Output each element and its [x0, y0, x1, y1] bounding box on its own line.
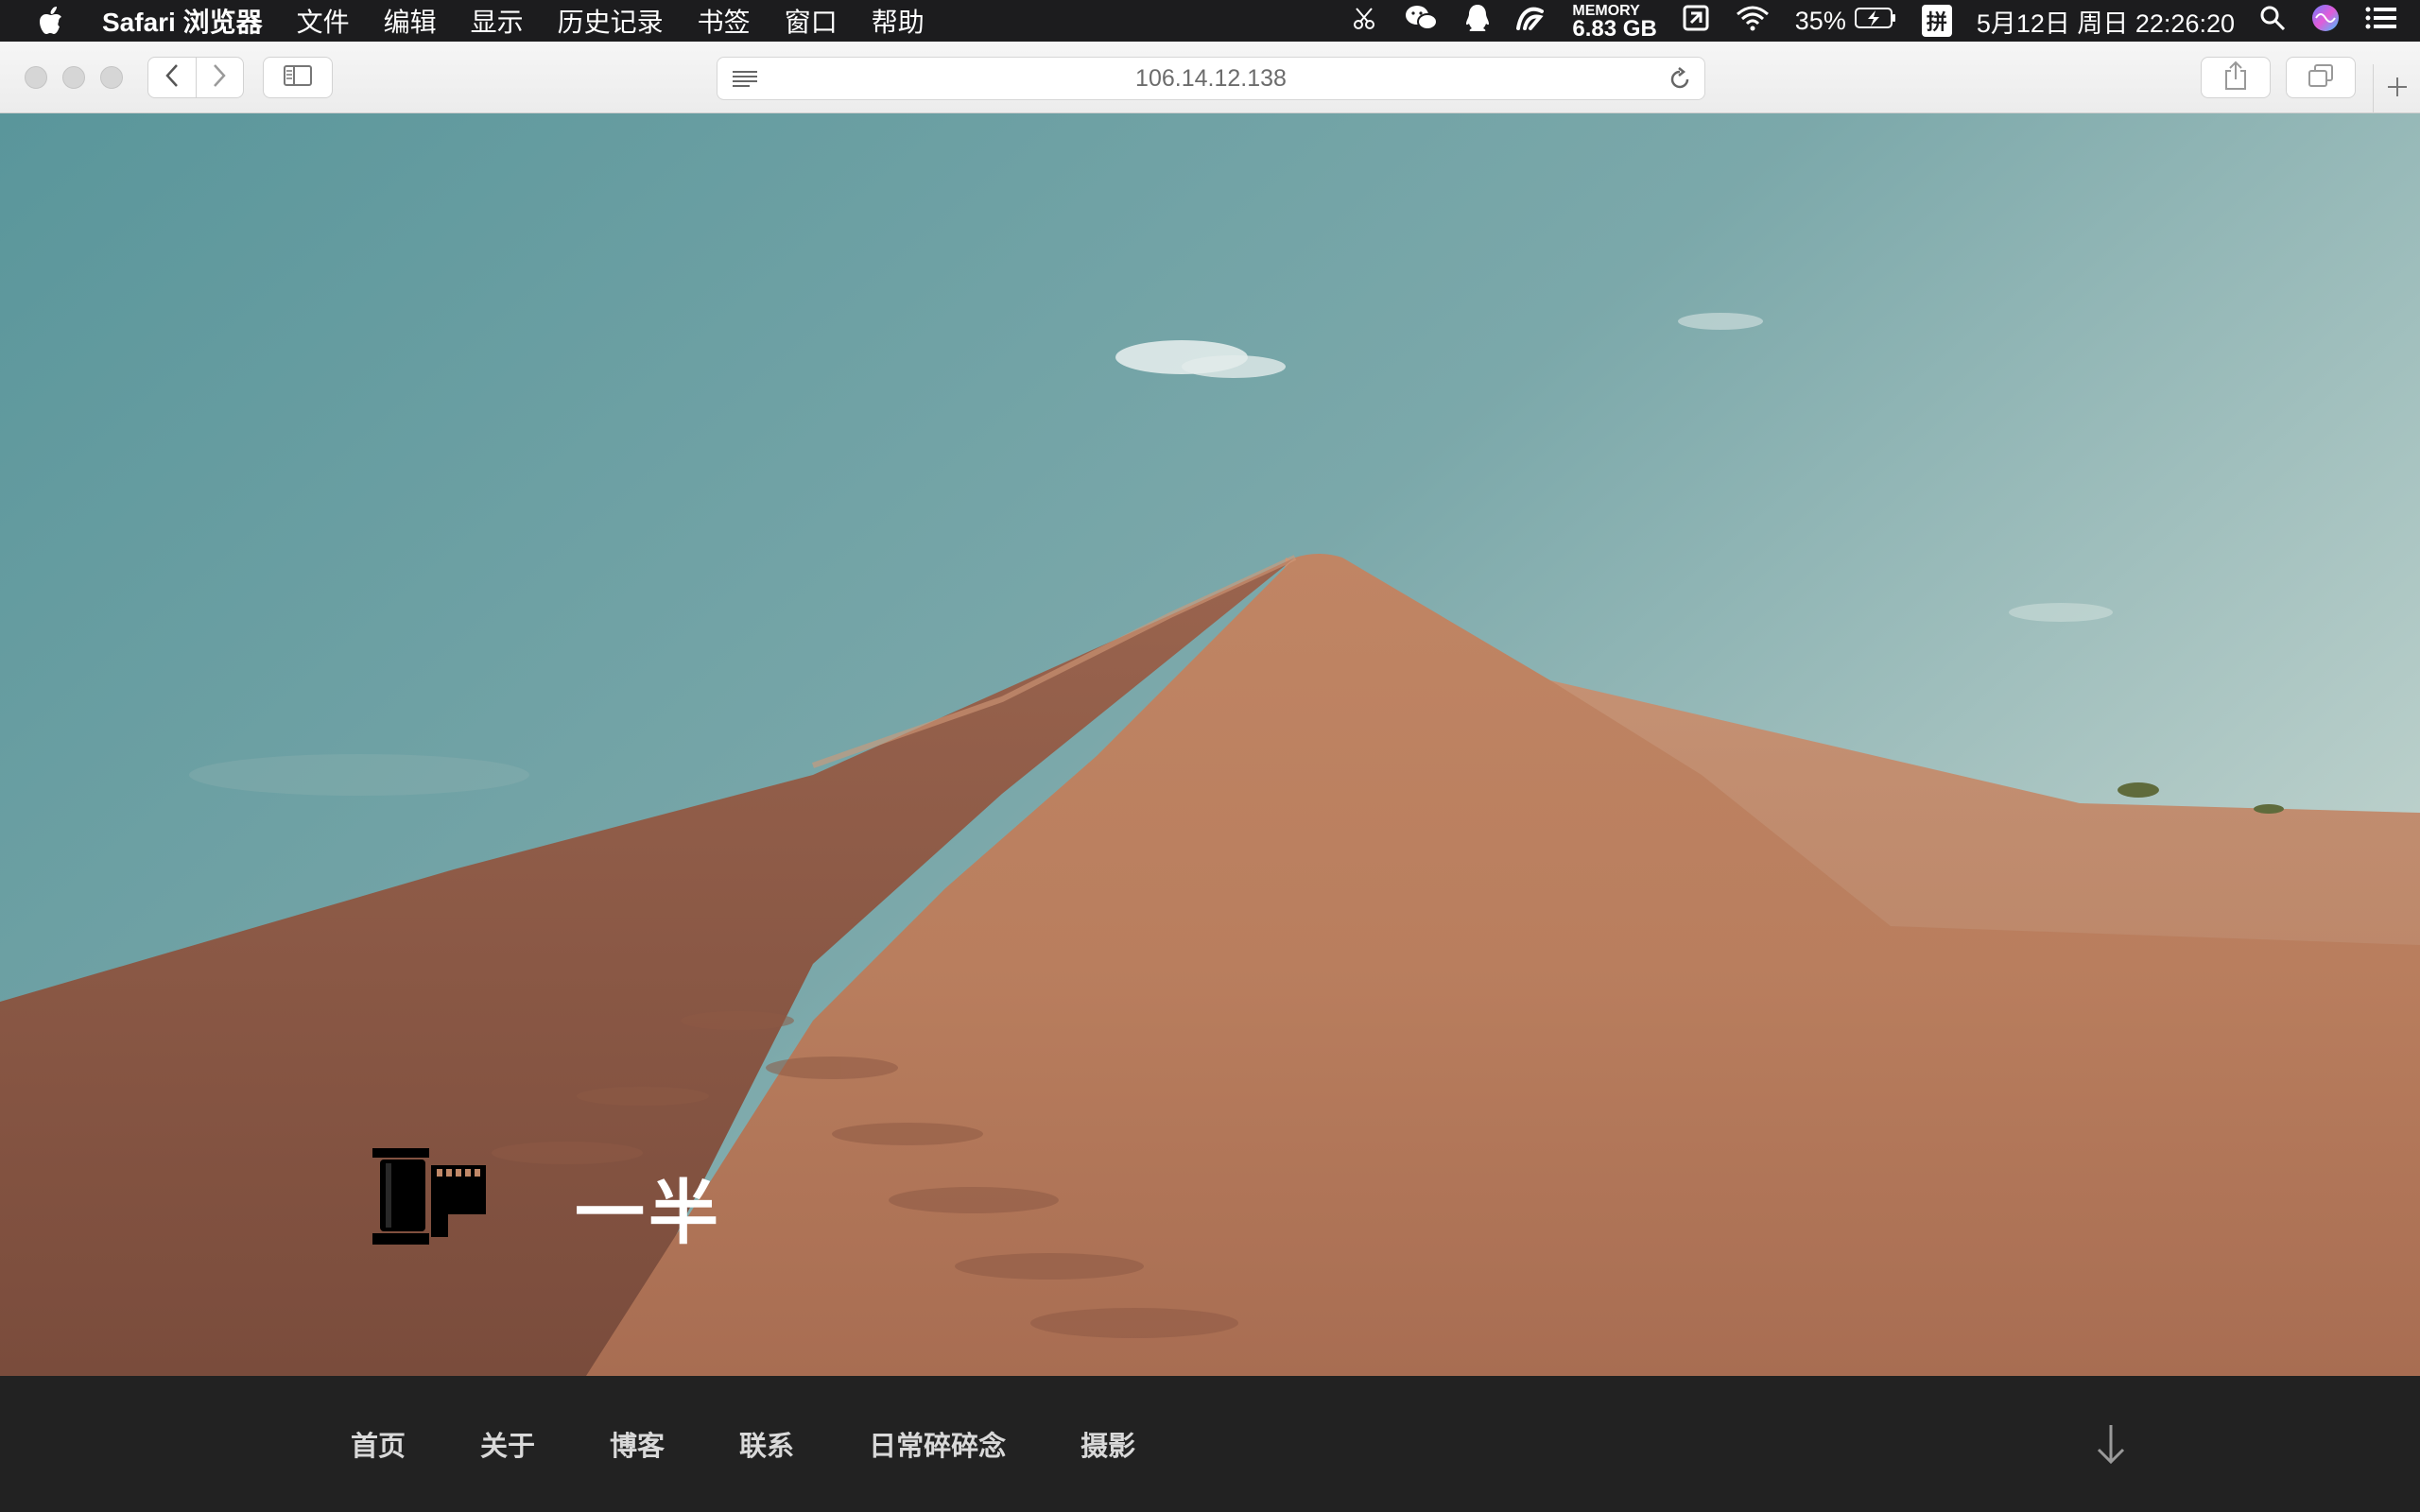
input-method-icon[interactable]: 拼	[1921, 5, 1952, 37]
menu-edit[interactable]: 编辑	[367, 2, 454, 40]
nav-item-contact[interactable]: 联系	[739, 1424, 794, 1464]
forward-button[interactable]	[195, 58, 243, 97]
status-area: MEMORY 6.83 GB 35% 拼 5月12日 周日 22:26:20	[1351, 3, 2420, 42]
url-text: 106.14.12.138	[1135, 64, 1287, 92]
browser-toolbar: 106.14.12.138	[0, 42, 2420, 113]
tabs-icon	[2308, 63, 2334, 93]
back-button[interactable]	[148, 58, 196, 97]
tabs-overview-button[interactable]	[2286, 57, 2356, 98]
spotlight-icon[interactable]	[2259, 5, 2286, 38]
sidebar-button[interactable]	[263, 57, 333, 98]
nav-item-photography[interactable]: 摄影	[1080, 1424, 1135, 1464]
menu-clock[interactable]: 5月12日 周日 22:26:20	[1977, 3, 2235, 40]
qq-icon[interactable]	[1464, 3, 1491, 40]
site-logo[interactable]	[371, 1146, 488, 1251]
apple-icon[interactable]	[0, 6, 102, 36]
nav-item-home[interactable]: 首页	[351, 1424, 406, 1464]
menu-window[interactable]: 窗口	[768, 2, 855, 40]
scissors-icon[interactable]	[1351, 6, 1379, 37]
back-icon	[164, 63, 180, 93]
film-roll-icon	[371, 1146, 488, 1251]
activity-icon[interactable]	[1515, 4, 1547, 39]
reload-icon[interactable]	[1667, 66, 1693, 97]
zoom-window-button[interactable]	[100, 66, 123, 89]
menu-app-name[interactable]: Safari 浏览器	[102, 2, 280, 40]
share-icon	[2223, 60, 2248, 95]
battery-percent: 35%	[1794, 6, 1846, 35]
navigation-buttons	[147, 57, 244, 98]
arrow-down-icon[interactable]	[2095, 1423, 2127, 1469]
menu-history[interactable]: 历史记录	[541, 2, 681, 40]
wifi-icon[interactable]	[1735, 5, 1771, 38]
memory-icon[interactable]: MEMORY 6.83 GB	[1572, 3, 1657, 42]
memory-value: 6.83 GB	[1572, 16, 1657, 42]
share-screen-icon[interactable]	[1682, 4, 1710, 39]
wechat-icon[interactable]	[1404, 3, 1440, 40]
notification-center-icon[interactable]	[2365, 6, 2397, 37]
sidebar-icon	[283, 64, 313, 92]
nav-item-about[interactable]: 关于	[480, 1424, 535, 1464]
new-tab-button[interactable]	[2373, 64, 2420, 113]
forward-icon	[212, 63, 227, 93]
reader-icon[interactable]	[731, 69, 759, 94]
battery-charging-icon[interactable]	[1854, 6, 1897, 37]
menu-bar: Safari 浏览器 文件 编辑 显示 历史记录 书签 窗口 帮助 MEMORY…	[0, 0, 2420, 42]
menu-file[interactable]: 文件	[280, 2, 367, 40]
nav-item-daily-notes[interactable]: 日常碎碎念	[869, 1424, 1006, 1464]
address-bar[interactable]: 106.14.12.138	[717, 57, 1705, 100]
menu-bookmarks[interactable]: 书签	[681, 2, 768, 40]
siri-icon[interactable]	[2310, 3, 2341, 40]
desert-photo	[0, 113, 2420, 1376]
site-title[interactable]: 一半	[575, 1157, 722, 1258]
minimize-window-button[interactable]	[62, 66, 85, 89]
menu-view[interactable]: 显示	[454, 2, 541, 40]
close-window-button[interactable]	[25, 66, 47, 89]
hero-banner: 一半	[0, 113, 2420, 1376]
nav-links: 首页 关于 博客 联系 日常碎碎念 摄影	[351, 1376, 1210, 1512]
share-button[interactable]	[2201, 57, 2271, 98]
nav-item-blog[interactable]: 博客	[610, 1424, 665, 1464]
new-tab-icon	[2385, 75, 2410, 104]
site-navigation: 首页 关于 博客 联系 日常碎碎念 摄影	[0, 1376, 2420, 1512]
menu-help[interactable]: 帮助	[855, 2, 942, 40]
